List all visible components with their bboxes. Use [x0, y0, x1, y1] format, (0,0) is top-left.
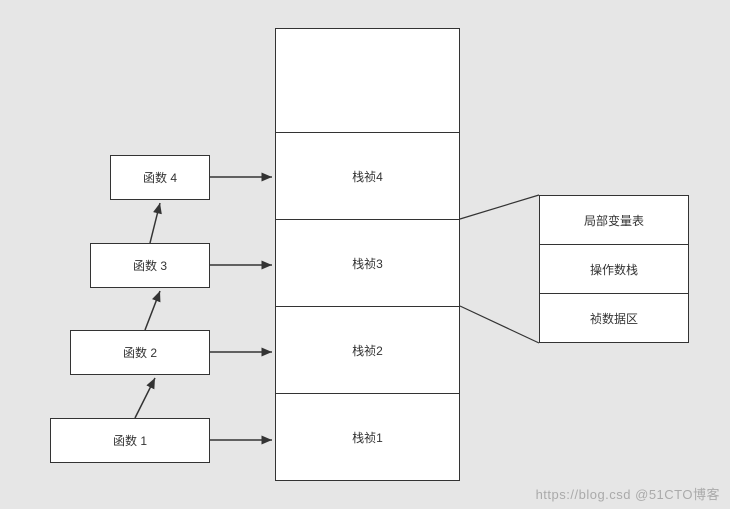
- function-4-box: 函数 4: [110, 155, 210, 200]
- stack-empty-top: [275, 28, 460, 133]
- detail-local-vars: 局部变量表: [539, 195, 689, 245]
- stack-frame-3: 栈祯3: [275, 219, 460, 307]
- function-4-label: 函数 4: [143, 169, 177, 186]
- detail-operand-stack: 操作数栈: [539, 244, 689, 294]
- function-3-label: 函数 3: [133, 257, 167, 274]
- detail-frame-data-label: 祯数据区: [590, 310, 638, 327]
- function-2-label: 函数 2: [123, 344, 157, 361]
- function-1-box: 函数 1: [50, 418, 210, 463]
- stack-frame-1-label: 栈祯1: [352, 429, 383, 446]
- arrow-f3-to-f4: [150, 203, 160, 243]
- detail-frame-data: 祯数据区: [539, 293, 689, 343]
- stack-frame-3-label: 栈祯3: [352, 255, 383, 272]
- function-1-label: 函数 1: [113, 432, 147, 449]
- expand-line-top: [460, 195, 539, 219]
- detail-local-vars-label: 局部变量表: [584, 212, 644, 229]
- watermark-text: https://blog.csd @51CTO博客: [536, 484, 720, 503]
- stack-frame-4: 栈祯4: [275, 132, 460, 220]
- stack-frame-1: 栈祯1: [275, 393, 460, 481]
- detail-operand-stack-label: 操作数栈: [590, 261, 638, 278]
- stack-frame-2: 栈祯2: [275, 306, 460, 394]
- function-3-box: 函数 3: [90, 243, 210, 288]
- function-2-box: 函数 2: [70, 330, 210, 375]
- stack-frame-2-label: 栈祯2: [352, 342, 383, 359]
- arrow-f1-to-f2: [135, 378, 155, 418]
- expand-line-bottom: [460, 306, 539, 343]
- arrow-f2-to-f3: [145, 291, 160, 330]
- stack-frame-4-label: 栈祯4: [352, 168, 383, 185]
